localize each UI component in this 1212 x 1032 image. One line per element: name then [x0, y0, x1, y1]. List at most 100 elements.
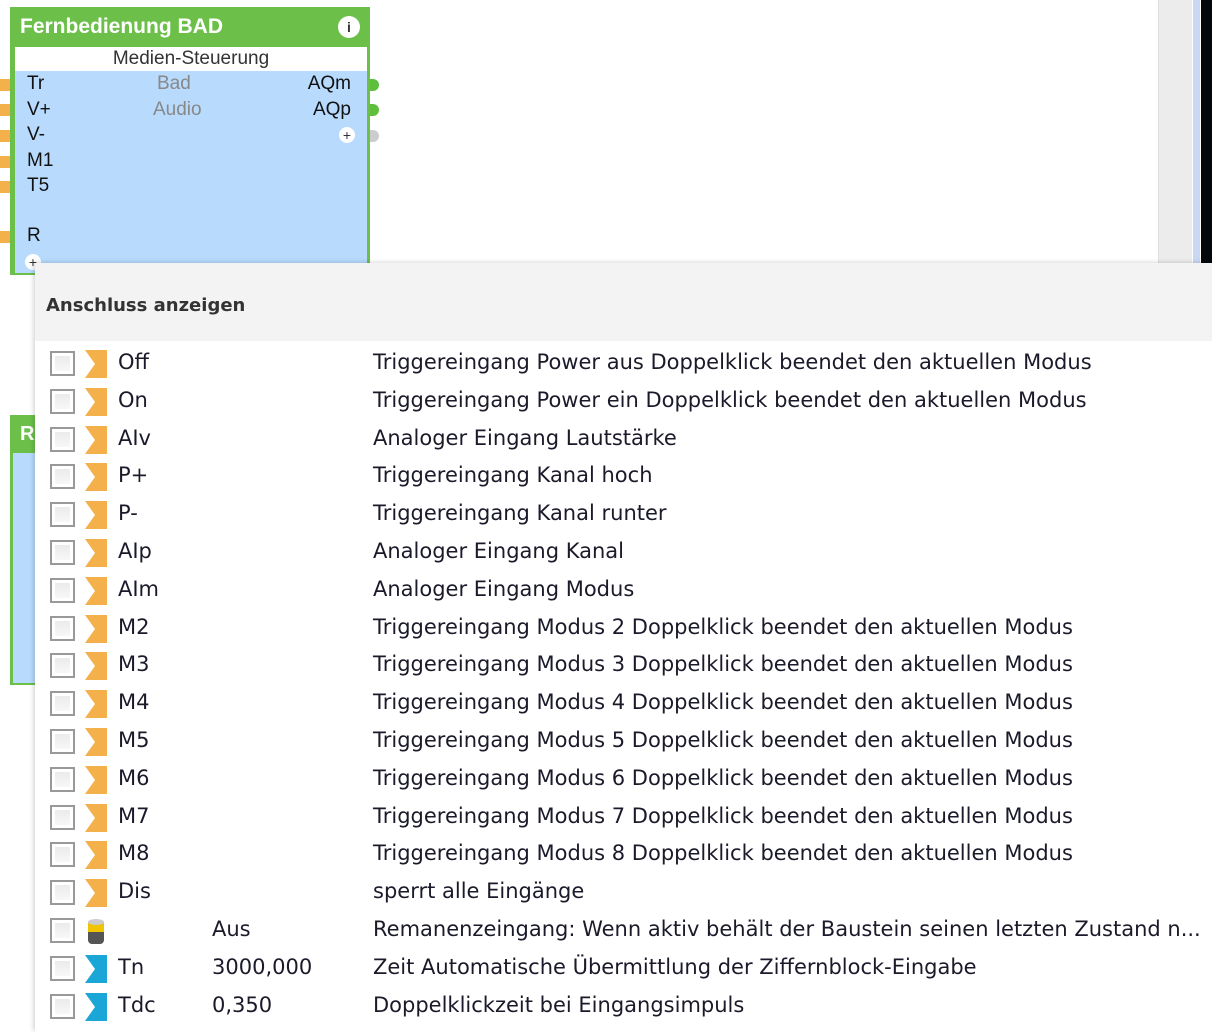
- output-port[interactable]: [370, 104, 379, 116]
- input-pin[interactable]: V-: [27, 124, 45, 146]
- output-pin[interactable]: AQp: [313, 99, 351, 121]
- block-body: Tr V+ V- M1 T5 R Bad Audio AQm AQp + +: [15, 71, 367, 273]
- connection-value: 0,350: [212, 992, 273, 1017]
- trigger-input-icon: [85, 425, 107, 454]
- trigger-input-icon: [85, 350, 107, 378]
- connection-name: P-: [118, 501, 138, 526]
- add-output-icon[interactable]: +: [339, 127, 355, 143]
- connection-description: Triggereingang Modus 4 Doppelklick beend…: [373, 690, 1073, 715]
- show-checkbox[interactable]: [50, 351, 75, 376]
- input-port[interactable]: [0, 156, 10, 168]
- connection-description: Triggereingang Power ein Doppelklick bee…: [373, 387, 1087, 412]
- connection-row[interactable]: M5 Triggereingang Modus 5 Doppelklick bee…: [35, 724, 1212, 761]
- show-checkbox[interactable]: [50, 955, 75, 981]
- output-port[interactable]: [370, 79, 379, 91]
- trigger-input-icon: [85, 728, 107, 756]
- show-checkbox[interactable]: [50, 502, 75, 528]
- panel-divider: [1193, 0, 1200, 265]
- block-label: Bad: [157, 73, 191, 94]
- connection-description: Doppelklickzeit bei Eingangsimpuls: [373, 992, 745, 1017]
- block-subtitle: Medien-Steuerung: [15, 47, 367, 71]
- input-port[interactable]: [0, 79, 10, 91]
- block-label: Audio: [153, 99, 202, 120]
- connection-row[interactable]: On Triggereingang Power ein Doppelklick b…: [35, 384, 1212, 421]
- battery-icon: [88, 919, 104, 944]
- input-port[interactable]: [0, 104, 10, 116]
- input-pin[interactable]: R: [27, 225, 41, 247]
- canvas-scrollbar[interactable]: [1158, 0, 1192, 265]
- connection-description: Triggereingang Modus 6 Doppelklick beend…: [373, 765, 1073, 790]
- trigger-input-icon: [85, 387, 107, 416]
- show-checkbox[interactable]: [50, 577, 75, 603]
- connection-description: Triggereingang Modus 5 Doppelklick beend…: [373, 728, 1073, 752]
- connection-description: Analoger Eingang Modus: [373, 576, 635, 601]
- show-checkbox[interactable]: [50, 766, 75, 792]
- show-checkbox[interactable]: [50, 918, 75, 943]
- input-pin[interactable]: M1: [27, 150, 53, 172]
- side-panel: [1201, 0, 1212, 265]
- trigger-input-icon: [85, 576, 107, 605]
- connection-description: Triggereingang Power aus Doppelklick bee…: [373, 350, 1092, 374]
- show-checkbox[interactable]: [50, 880, 75, 906]
- input-port[interactable]: [0, 130, 10, 142]
- connection-row[interactable]: Dis sperrt alle Eingänge: [35, 875, 1212, 912]
- show-checkbox[interactable]: [50, 729, 75, 754]
- connection-row[interactable]: M4 Triggereingang Modus 4 Doppelklick bee…: [35, 686, 1212, 723]
- info-icon[interactable]: i: [338, 16, 360, 38]
- input-port[interactable]: [0, 181, 10, 193]
- popup-title: Anschluss anzeigen: [35, 263, 1212, 341]
- connection-description: Triggereingang Kanal hoch: [373, 463, 653, 488]
- connection-row[interactable]: M8 Triggereingang Modus 8 Doppelklick bee…: [35, 837, 1212, 874]
- connection-row[interactable]: Tdc 0,350 Doppelklickzeit bei Eingangsimpu…: [35, 989, 1212, 1026]
- connection-row[interactable]: Off Triggereingang Power aus Doppelklick …: [35, 346, 1212, 383]
- connection-name: M6: [118, 765, 150, 790]
- block-title: Fernbedienung BAD: [20, 15, 223, 38]
- connection-row[interactable]: AIm Analoger Eingang Modus: [35, 573, 1212, 610]
- connection-value: Aus: [212, 917, 251, 941]
- connection-row[interactable]: M6 Triggereingang Modus 6 Doppelklick bee…: [35, 762, 1212, 799]
- connection-description: Triggereingang Kanal runter: [373, 501, 667, 526]
- connection-description: Triggereingang Modus 2 Doppelklick beend…: [373, 614, 1073, 639]
- output-pin[interactable]: AQm: [308, 73, 351, 95]
- connection-name: M5: [118, 728, 150, 752]
- block-title: R: [20, 423, 35, 445]
- parameter-input-icon: [85, 954, 107, 983]
- trigger-input-icon: [85, 463, 107, 492]
- show-checkbox[interactable]: [50, 804, 75, 830]
- connection-row[interactable]: P- Triggereingang Kanal runter: [35, 497, 1212, 534]
- connection-row[interactable]: Aus Remanenzeingang: Wenn aktiv behält de…: [35, 913, 1212, 950]
- connection-row[interactable]: M3 Triggereingang Modus 3 Doppelklick bee…: [35, 648, 1212, 685]
- function-block[interactable]: Fernbedienung BAD i Medien-Steuerung Tr …: [10, 7, 370, 275]
- show-checkbox[interactable]: [50, 653, 75, 679]
- connection-name: M3: [118, 652, 150, 677]
- input-pin[interactable]: Tr: [27, 73, 44, 95]
- show-checkbox[interactable]: [50, 615, 75, 641]
- input-pin[interactable]: V+: [27, 99, 51, 121]
- trigger-input-icon: [85, 879, 107, 908]
- connection-row[interactable]: AIv Analoger Eingang Lautstärke: [35, 422, 1212, 459]
- connection-row[interactable]: AIp Analoger Eingang Kanal: [35, 535, 1212, 572]
- connection-row[interactable]: P+ Triggereingang Kanal hoch: [35, 459, 1212, 496]
- connection-description: Remanenzeingang: Wenn aktiv behält der B…: [373, 917, 1201, 941]
- connection-row[interactable]: M7 Triggereingang Modus 7 Doppelklick bee…: [35, 800, 1212, 837]
- show-checkbox[interactable]: [50, 388, 75, 414]
- output-port[interactable]: [370, 130, 379, 142]
- show-checkbox[interactable]: [50, 426, 75, 452]
- connection-name: M7: [118, 803, 150, 828]
- connection-description: Triggereingang Modus 3 Doppelklick beend…: [373, 652, 1073, 677]
- input-port[interactable]: [0, 231, 10, 243]
- connection-description: Analoger Eingang Kanal: [373, 539, 624, 563]
- show-checkbox[interactable]: [50, 691, 75, 717]
- trigger-input-icon: [85, 690, 107, 719]
- connection-row[interactable]: M2 Triggereingang Modus 2 Doppelklick bee…: [35, 611, 1212, 648]
- connection-row[interactable]: Tn 3000,000 Zeit Automatische Übermittlung…: [35, 951, 1212, 988]
- trigger-input-icon: [85, 539, 107, 567]
- show-checkbox[interactable]: [50, 464, 75, 490]
- input-pin[interactable]: T5: [27, 175, 49, 197]
- connection-name: AIm: [118, 576, 160, 601]
- show-checkbox[interactable]: [50, 842, 75, 868]
- trigger-input-icon: [85, 652, 107, 681]
- show-checkbox[interactable]: [50, 993, 75, 1019]
- show-checkbox[interactable]: [50, 540, 75, 565]
- connection-value: 3000,000: [212, 954, 313, 979]
